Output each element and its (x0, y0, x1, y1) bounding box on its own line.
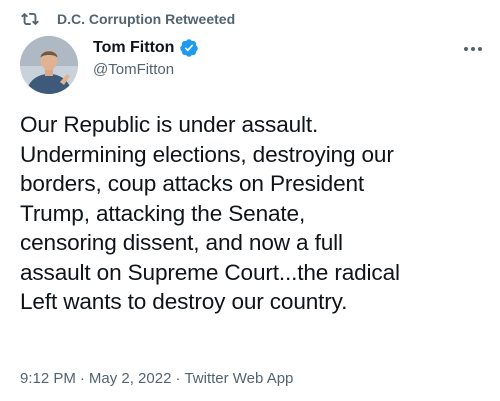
tweet-card: D.C. Corruption Retweeted Tom Fitton @To (0, 0, 500, 401)
meta-separator: · (79, 370, 85, 387)
tweet-meta: 9:12 PM · May 2, 2022 · Twitter Web App (20, 370, 293, 387)
meta-separator: · (175, 370, 181, 387)
retweet-context[interactable]: D.C. Corruption Retweeted (20, 9, 235, 29)
avatar[interactable] (20, 36, 78, 94)
retweet-icon (20, 10, 40, 28)
tweet-date[interactable]: May 2, 2022 (89, 370, 172, 387)
author-handle[interactable]: @TomFitton (93, 61, 174, 78)
author-name-text: Tom Fitton (93, 39, 175, 56)
author-name[interactable]: Tom Fitton (93, 38, 199, 58)
verified-badge-icon (179, 38, 199, 58)
more-options-icon (463, 39, 483, 57)
tweet-text: Our Republic is under assault. Undermini… (20, 112, 400, 314)
retweet-label: D.C. Corruption Retweeted (57, 11, 236, 27)
more-options-button[interactable] (460, 38, 486, 58)
tweet-source[interactable]: Twitter Web App (184, 370, 293, 387)
tweet-time[interactable]: 9:12 PM (20, 370, 76, 387)
